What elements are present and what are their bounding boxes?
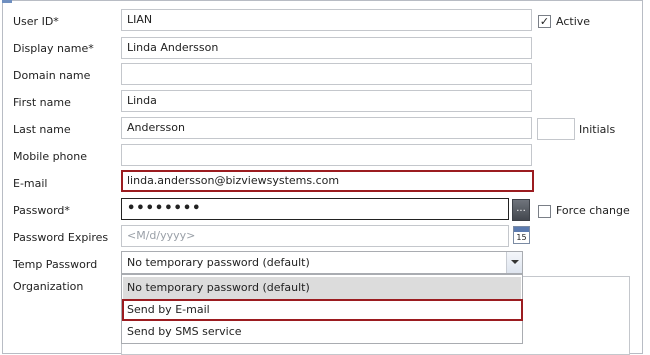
active-checkbox[interactable]: ✓ (538, 15, 551, 28)
display-name-label: Display name* (13, 42, 94, 55)
force-change-label: Force change (556, 204, 630, 217)
first-name-input[interactable]: Linda (121, 90, 532, 112)
chevron-down-icon[interactable] (506, 252, 522, 273)
organization-label: Organization (13, 280, 84, 293)
mobile-phone-input[interactable] (121, 144, 532, 166)
password-input[interactable]: •••••••• (121, 198, 509, 220)
active-label: Active (556, 15, 591, 28)
password-label: Password* (13, 204, 70, 217)
last-name-input[interactable]: Andersson (121, 117, 532, 139)
initials-input[interactable] (537, 118, 575, 140)
domain-name-input[interactable] (121, 63, 532, 85)
password-browse-button[interactable]: ... (512, 199, 530, 221)
email-input[interactable]: linda.andersson@bizviewsystems.com (121, 170, 534, 192)
calendar-icon[interactable]: 15 (513, 226, 530, 244)
display-name-input[interactable]: Linda Andersson (121, 37, 532, 59)
user-id-input[interactable]: LIAN (121, 9, 532, 31)
password-expires-input[interactable]: <M/d/yyyy> (121, 225, 509, 247)
first-name-label: First name (13, 96, 71, 109)
temp-password-label: Temp Password (13, 258, 98, 271)
panel-accent (2, 0, 12, 3)
last-name-label: Last name (13, 123, 71, 136)
domain-name-label: Domain name (13, 69, 91, 82)
initials-label: Initials (579, 123, 616, 136)
temp-password-dropdown: No temporary password (default) Send by … (121, 274, 523, 344)
calendar-day: 15 (516, 233, 527, 242)
password-expires-label: Password Expires (13, 231, 109, 244)
dropdown-option-send-by-email[interactable]: Send by E-mail (122, 299, 523, 321)
dropdown-option-no-temp-password[interactable]: No temporary password (default) (123, 277, 521, 299)
email-label: E-mail (13, 177, 48, 190)
force-change-checkbox[interactable] (538, 205, 551, 218)
dropdown-option-send-by-sms[interactable]: Send by SMS service (123, 321, 521, 343)
user-id-label: User ID* (13, 15, 59, 28)
mobile-phone-label: Mobile phone (13, 150, 88, 163)
temp-password-select[interactable]: No temporary password (default) (121, 251, 523, 274)
